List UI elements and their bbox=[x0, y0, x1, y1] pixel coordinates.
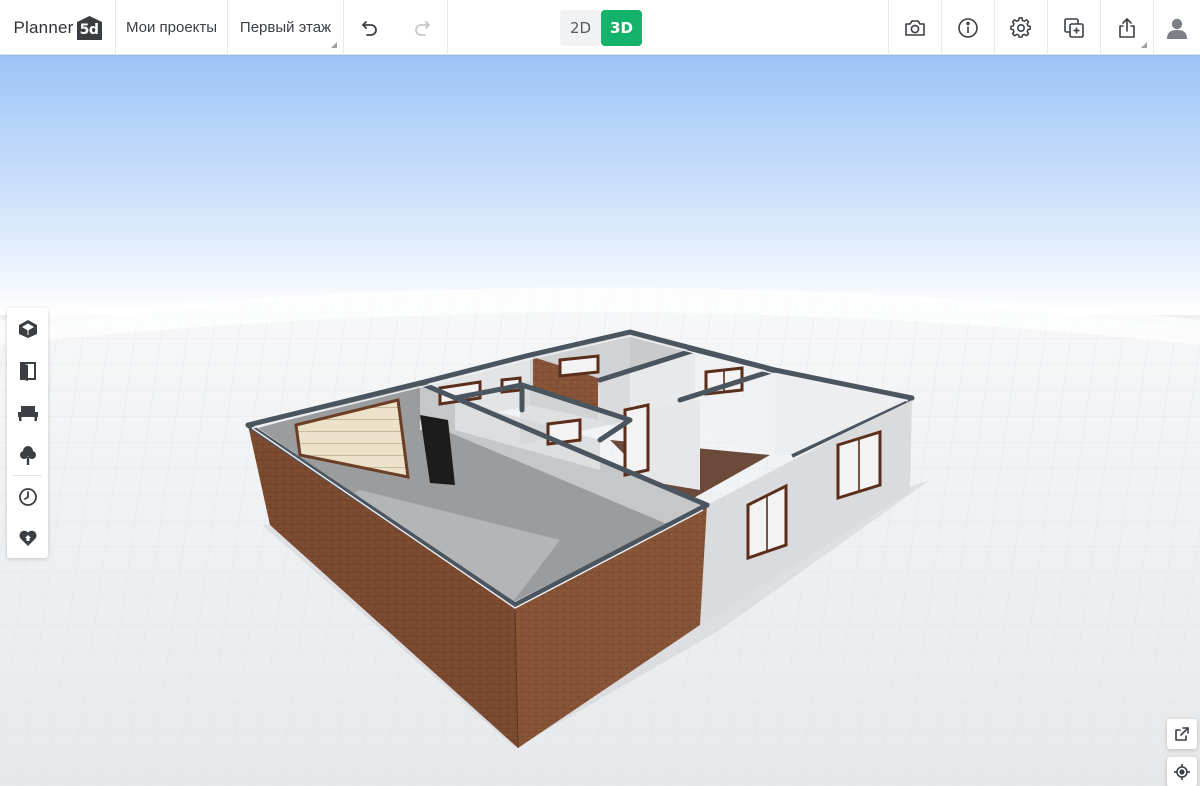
camera-icon bbox=[904, 18, 926, 38]
info-button[interactable] bbox=[941, 0, 994, 55]
share-button[interactable] bbox=[1100, 0, 1153, 55]
view-2d-button[interactable]: 2D bbox=[560, 10, 601, 46]
dropdown-corner-icon bbox=[1141, 42, 1147, 48]
construction-icon bbox=[18, 319, 38, 339]
redo-button[interactable] bbox=[396, 0, 448, 55]
doors-windows-button[interactable] bbox=[7, 351, 48, 391]
app-logo[interactable]: Planner 5d bbox=[0, 0, 116, 55]
share-icon bbox=[1117, 17, 1137, 39]
center-view-button[interactable] bbox=[1167, 757, 1197, 786]
logo-badge: 5d bbox=[76, 15, 102, 40]
3d-viewport[interactable] bbox=[0, 55, 1200, 786]
fullscreen-button[interactable] bbox=[1167, 719, 1197, 749]
3d-scene[interactable] bbox=[0, 55, 1200, 786]
tree-icon bbox=[18, 444, 38, 466]
redo-icon bbox=[412, 18, 432, 38]
undo-icon bbox=[360, 18, 380, 38]
top-bar: Planner 5d Мои проекты Первый этаж 2D 3D bbox=[0, 0, 1200, 55]
toolbar-divider bbox=[13, 475, 42, 476]
left-toolbar bbox=[7, 308, 48, 558]
exterior-button[interactable] bbox=[7, 435, 48, 475]
my-projects-button[interactable]: Мои проекты bbox=[116, 0, 228, 55]
undo-button[interactable] bbox=[344, 0, 396, 55]
user-icon bbox=[1165, 16, 1189, 40]
copy-project-button[interactable] bbox=[1047, 0, 1100, 55]
door-icon bbox=[18, 361, 38, 381]
view-mode-toggle: 2D 3D bbox=[560, 10, 642, 46]
settings-icon bbox=[1010, 16, 1032, 39]
history-icon bbox=[18, 487, 38, 507]
info-icon bbox=[957, 17, 979, 39]
construction-button[interactable] bbox=[7, 309, 48, 349]
user-account-button[interactable] bbox=[1153, 0, 1200, 55]
furniture-button[interactable] bbox=[7, 393, 48, 433]
expand-icon bbox=[1174, 726, 1190, 742]
favorites-button[interactable] bbox=[7, 518, 48, 558]
screenshot-button[interactable] bbox=[888, 0, 941, 55]
my-projects-label: Мои проекты bbox=[125, 19, 218, 36]
dropdown-corner-icon bbox=[331, 42, 337, 48]
settings-button[interactable] bbox=[994, 0, 1047, 55]
floor-label: Первый этаж bbox=[239, 19, 332, 36]
locate-icon bbox=[1173, 763, 1191, 781]
view-3d-button[interactable]: 3D bbox=[601, 10, 642, 46]
logo-text: Planner bbox=[13, 17, 74, 37]
copy-add-icon bbox=[1063, 17, 1085, 39]
floor-selector[interactable]: Первый этаж bbox=[228, 0, 344, 55]
furniture-icon bbox=[17, 403, 39, 423]
favorite-icon bbox=[18, 528, 38, 548]
history-button[interactable] bbox=[7, 477, 48, 517]
